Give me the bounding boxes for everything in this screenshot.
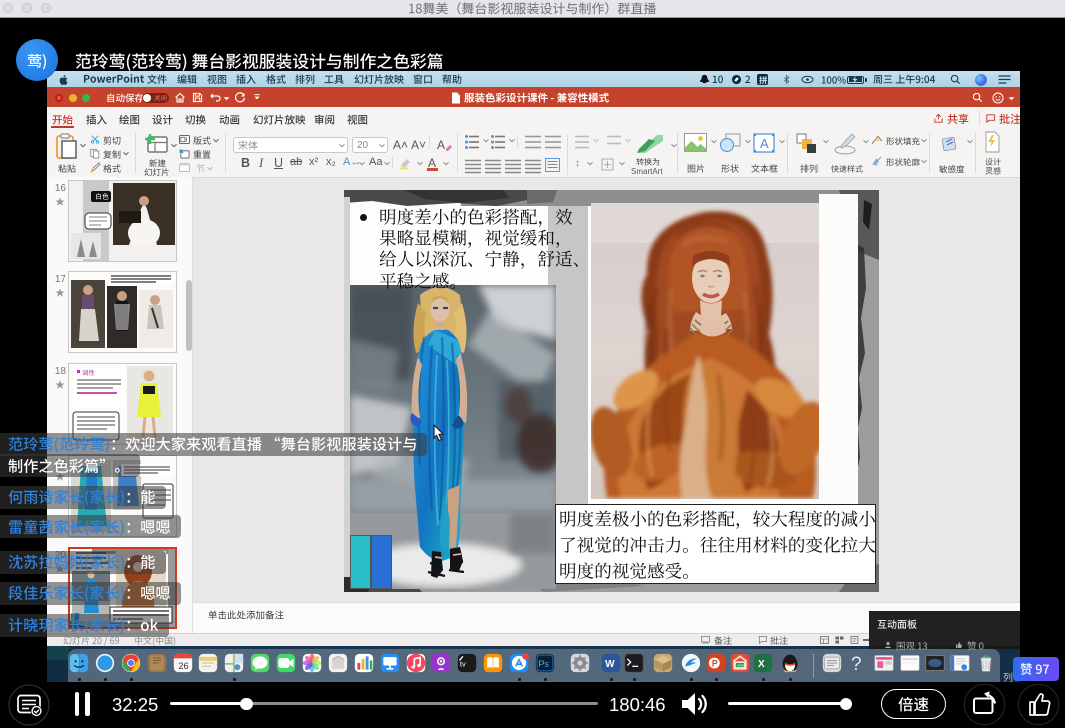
svg-text:OPEN: OPEN bbox=[737, 663, 745, 667]
svg-text:26: 26 bbox=[178, 661, 188, 671]
svg-text:X: X bbox=[758, 659, 765, 670]
svg-text:A: A bbox=[760, 136, 769, 151]
svg-text:tv: tv bbox=[460, 659, 466, 668]
svg-text:Ps: Ps bbox=[538, 659, 549, 669]
svg-text:P: P bbox=[712, 658, 718, 668]
svg-text:W: W bbox=[605, 659, 615, 670]
